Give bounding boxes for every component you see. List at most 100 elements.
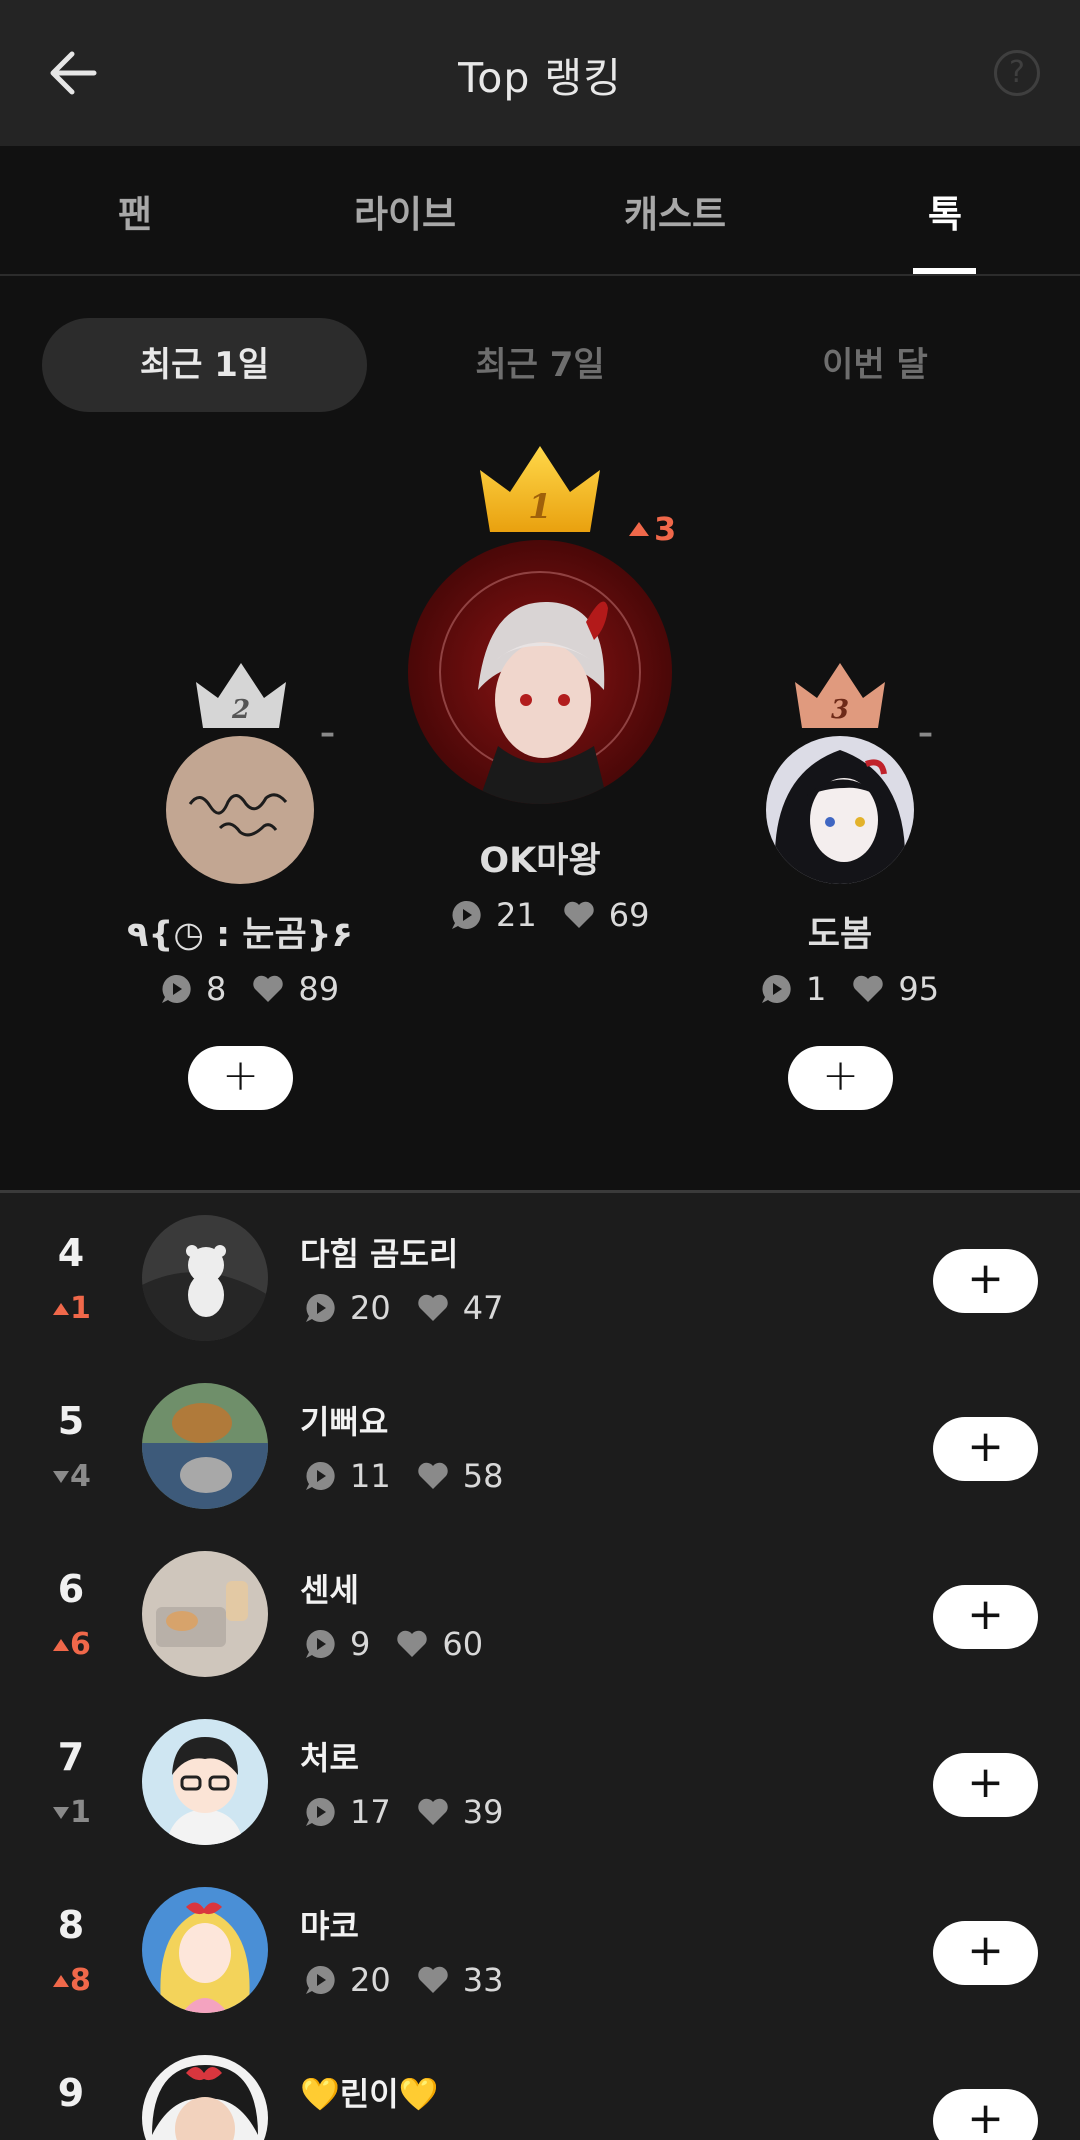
like-count: 58 [462,1457,504,1495]
avatar[interactable] [166,736,314,884]
period-this-month[interactable]: 이번 달 [715,318,1035,412]
rank-change-up: 8 [52,1963,91,1998]
gold-crown-icon: 1 [480,446,600,532]
comment-icon [162,974,191,1003]
triangle-down-icon [53,1806,69,1819]
follow-button[interactable]: + [788,1046,893,1110]
silver-crown-icon: 2 [196,663,286,728]
comment-count: 8 [206,970,227,1008]
rank-number: 8 [57,1903,85,1947]
user-name: 먀코 [300,1907,359,1945]
podium-name-1: OK마왕 [479,841,601,881]
like-count: 60 [442,1625,484,1663]
rank-change-value: 6 [70,1627,91,1662]
period-7-days[interactable]: 최근 7일 [380,318,700,412]
active-tab-indicator [913,268,976,274]
triangle-up-icon [53,1302,69,1315]
heart-icon [853,975,884,1002]
podium-name-3: 도봄 [807,915,873,955]
avatar-image [142,1887,268,2013]
comment-icon [762,974,791,1003]
crown-rank-1: 1 [528,487,552,527]
user-stats: 11 58 [304,1457,503,1495]
user-name: 센세 [300,1571,359,1609]
list-item[interactable]: 4 1 다힘 곰도리 20 47 + [0,1193,1080,1361]
avatar-image [142,1551,268,1677]
tab-live[interactable]: 라이브 [325,184,485,238]
page-title: Top 랭킹 [458,54,622,102]
avatar-image [408,540,672,804]
user-stats: 20 33 [304,1961,503,1999]
avatar[interactable] [142,1719,268,1845]
list-item[interactable]: 9 💛린이💛 + [0,2033,1080,2140]
user-stats: 9 60 [304,1625,483,1663]
follow-button[interactable]: + [933,1585,1038,1649]
triangle-up-icon [53,1638,69,1651]
user-name: 💛린이💛 [300,2075,439,2113]
heart-icon [564,901,594,928]
list-item[interactable]: 6 6 센세 9 60 + [0,1529,1080,1697]
avatar-image [142,1215,268,1341]
heart-icon [418,1294,448,1321]
tab-cast[interactable]: 캐스트 [595,184,755,238]
podium-name-2: ٩{◷ : 눈곰}۶ [127,915,353,955]
avatar[interactable] [408,540,672,804]
rank-change-none: – [320,716,335,751]
rank-number: 9 [57,2071,85,2115]
heart-icon [418,1798,448,1825]
comment-icon [306,1965,335,1994]
period-1-day[interactable]: 최근 1일 [42,318,367,412]
avatar[interactable] [142,1215,268,1341]
rank-change-none: – [918,716,933,751]
like-count: 47 [462,1289,504,1327]
rank-change-down: 4 [52,1459,91,1494]
user-stats: 20 47 [304,1289,503,1327]
app-bar: Top 랭킹 ? [0,0,1080,146]
crown-rank-2: 2 [231,695,250,725]
podium-stats-2: 8 89 [160,970,339,1008]
rank-change-up: 3 [628,510,676,548]
avatar[interactable] [142,1887,268,2013]
avatar-image [766,736,914,884]
heart-icon [418,1966,448,1993]
like-count: 69 [608,896,650,934]
avatar[interactable] [766,736,914,884]
tab-fan[interactable]: 팬 [55,184,215,238]
list-item[interactable]: 8 8 먀코 20 33 + [0,1865,1080,2033]
avatar-image [142,2055,268,2140]
rank-change-value: 3 [654,510,677,548]
like-count: 89 [298,970,340,1008]
comment-count: 17 [350,1793,391,1831]
rank-change-down: 1 [52,1795,91,1830]
rank-number: 4 [57,1231,85,1275]
comment-icon [452,900,481,929]
help-icon[interactable]: ? [994,50,1040,96]
list-item[interactable]: 7 1 처로 17 39 + [0,1697,1080,1865]
follow-button[interactable]: + [188,1046,293,1110]
comment-icon [306,1797,335,1826]
follow-button[interactable]: + [933,1417,1038,1481]
avatar-image [142,1719,268,1845]
follow-button[interactable]: + [933,2089,1038,2140]
follow-button[interactable]: + [933,1249,1038,1313]
avatar[interactable] [142,1383,268,1509]
avatar[interactable] [142,2055,268,2140]
triangle-up-icon [53,1974,69,1987]
podium-stats-3: 1 95 [760,970,939,1008]
avatar[interactable] [142,1551,268,1677]
crown-rank-3: 3 [831,695,849,725]
user-stats: 17 39 [304,1793,503,1831]
follow-button[interactable]: + [933,1753,1038,1817]
comment-count: 21 [496,896,537,934]
follow-button[interactable]: + [933,1921,1038,1985]
comment-count: 20 [350,1961,391,1999]
heart-icon [418,1462,448,1489]
comment-count: 9 [350,1625,371,1663]
ranking-list: 4 1 다힘 곰도리 20 47 + 5 4 기뻐요 11 58 + 6 6 센… [0,1193,1080,2140]
comment-count: 11 [350,1457,391,1495]
comment-count: 1 [806,970,827,1008]
heart-icon [397,1630,428,1657]
user-name: 기뻐요 [300,1403,389,1441]
list-item[interactable]: 5 4 기뻐요 11 58 + [0,1361,1080,1529]
tab-talk[interactable]: 톡 [865,184,1025,238]
